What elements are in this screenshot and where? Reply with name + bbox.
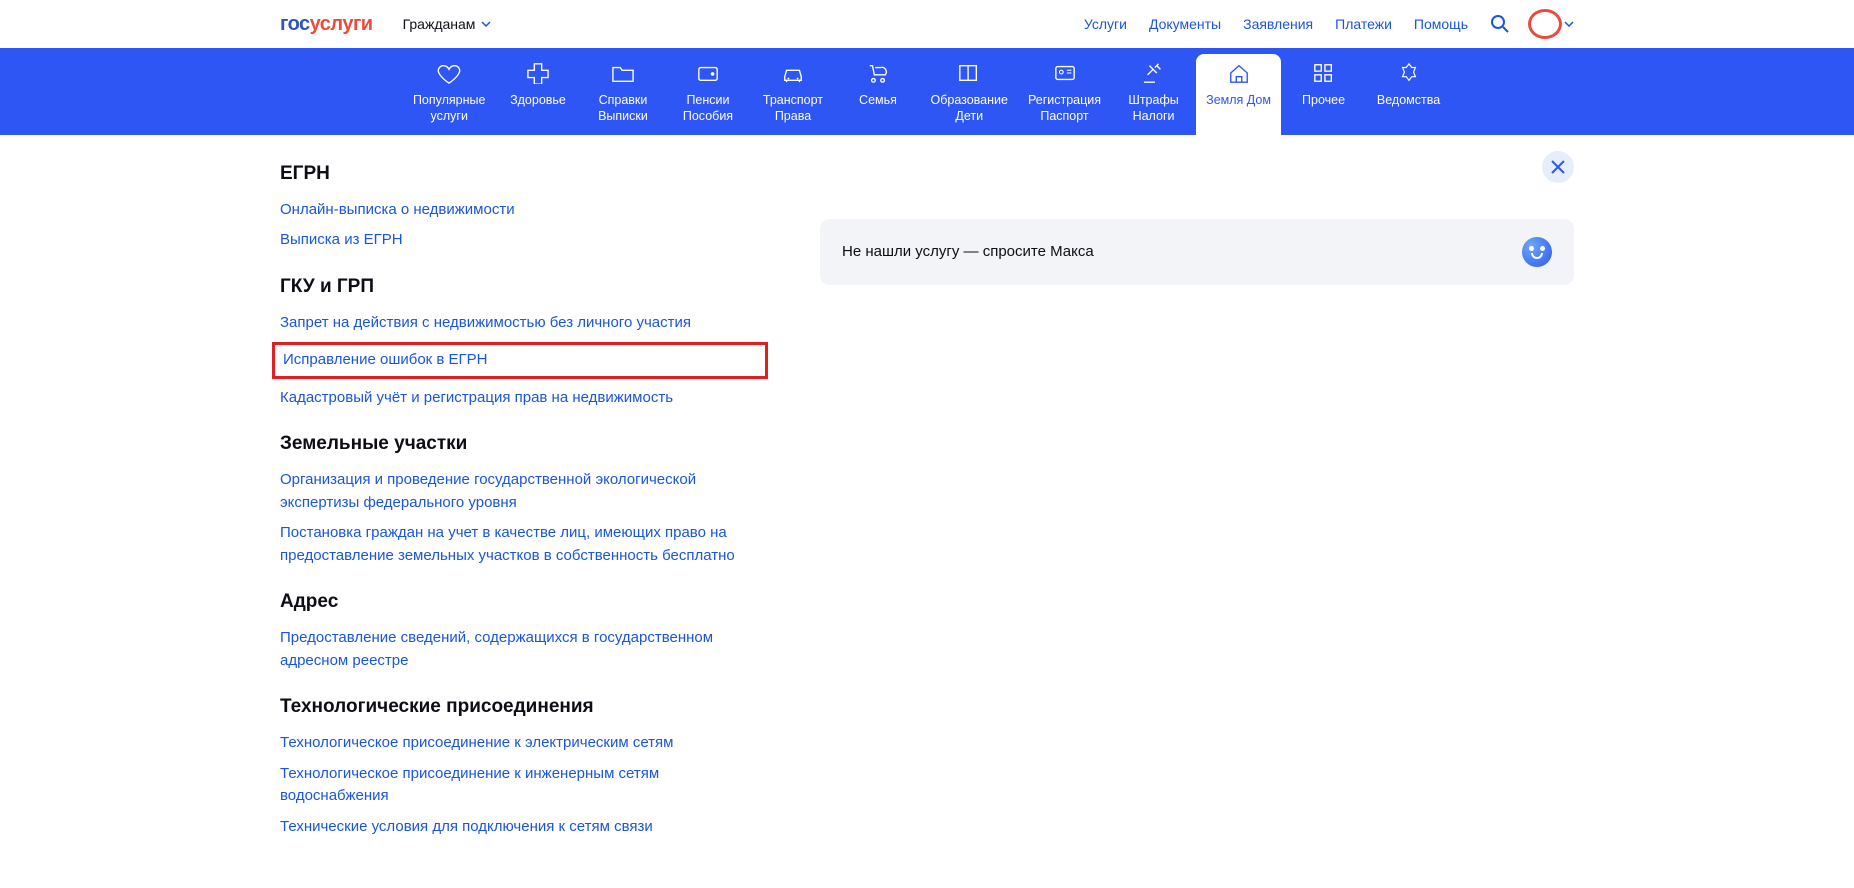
close-button[interactable] (1542, 151, 1574, 183)
search-button[interactable] (1490, 14, 1510, 34)
content-right: Не нашли услугу — спросите Макса (820, 163, 1574, 847)
section-heading: Адрес (280, 591, 760, 613)
search-icon (1490, 14, 1510, 34)
category-label: Прочее (1302, 92, 1345, 108)
category-label: Семья (859, 92, 897, 108)
close-icon (1551, 160, 1565, 174)
grid-icon (1311, 62, 1337, 84)
service-link[interactable]: Технологическое присоединение к инженерн… (280, 763, 760, 808)
service-link[interactable]: Кадастровый учёт и регистрация прав на н… (280, 387, 760, 410)
audience-selector[interactable]: Гражданам (403, 16, 492, 32)
medical-icon (525, 62, 551, 84)
category-gavel[interactable]: Штрафы Налоги (1111, 62, 1196, 125)
audience-label: Гражданам (403, 16, 476, 32)
category-label: Пенсии Пособия (683, 92, 733, 125)
heart-icon (436, 62, 462, 84)
category-folder[interactable]: Справки Выписки (580, 62, 665, 125)
emblem-icon (1396, 62, 1422, 84)
category-emblem[interactable]: Ведомства (1366, 62, 1451, 125)
logo-part1: гос (280, 13, 310, 35)
car-icon (780, 62, 806, 84)
category-car[interactable]: Транспорт Права (750, 62, 835, 125)
category-label: Здоровье (510, 92, 566, 108)
category-stroller[interactable]: Семья (835, 62, 920, 125)
section-heading: ЕГРН (280, 163, 760, 185)
category-label: Справки Выписки (598, 92, 648, 125)
nav-applications[interactable]: Заявления (1243, 16, 1313, 32)
gavel-icon (1141, 62, 1167, 84)
section-heading: ГКУ и ГРП (280, 276, 760, 298)
service-link[interactable]: Запрет на действия с недвижимостью без л… (280, 312, 760, 335)
category-grid[interactable]: Прочее (1281, 62, 1366, 125)
header-left: госуслуги Гражданам (280, 13, 491, 36)
category-label: Земля Дом (1206, 92, 1271, 108)
service-link[interactable]: Онлайн-выписка о недвижимости (280, 199, 760, 222)
category-label: Регистрация Паспорт (1028, 92, 1101, 125)
stroller-icon (865, 62, 891, 84)
chevron-down-icon (1564, 21, 1574, 27)
logo-part2: услуги (310, 13, 373, 35)
nav-services[interactable]: Услуги (1084, 16, 1127, 32)
nav-payments[interactable]: Платежи (1335, 16, 1392, 32)
category-label: Популярные услуги (413, 92, 486, 125)
service-link[interactable]: Постановка граждан на учет в качестве ли… (280, 522, 760, 567)
service-link[interactable]: Выписка из ЕГРН (280, 229, 760, 252)
avatar (1532, 11, 1558, 37)
user-menu[interactable] (1532, 11, 1574, 37)
assistant-box[interactable]: Не нашли услугу — спросите Макса (820, 219, 1574, 285)
card-icon (1052, 62, 1078, 84)
content-area: ЕГРН Онлайн-выписка о недвижимости Выписка… (0, 135, 1854, 887)
category-bar: Популярные услуги Здоровье Справки Выписки… (0, 48, 1854, 135)
wallet-icon (695, 62, 721, 84)
header-right: Услуги Документы Заявления Платежи Помощ… (1084, 11, 1574, 37)
nav-documents[interactable]: Документы (1149, 16, 1221, 32)
chevron-down-icon (481, 21, 491, 27)
service-link[interactable]: Организация и проведение государственной… (280, 469, 760, 514)
category-home[interactable]: Земля Дом (1196, 54, 1281, 135)
category-book[interactable]: Образование Дети (920, 62, 1017, 125)
content-left: ЕГРН Онлайн-выписка о недвижимости Выписка… (280, 163, 760, 847)
category-label: Ведомства (1377, 92, 1440, 108)
assistant-avatar-icon (1522, 237, 1552, 267)
service-link[interactable]: Предоставление сведений, содержащихся в … (280, 627, 760, 672)
category-card[interactable]: Регистрация Паспорт (1018, 62, 1111, 125)
header: госуслуги Гражданам Услуги Документы Зая… (0, 0, 1854, 48)
section-heading: Технологические присоединения (280, 696, 760, 718)
category-heart[interactable]: Популярные услуги (403, 62, 496, 125)
nav-help[interactable]: Помощь (1414, 16, 1468, 32)
logo[interactable]: госуслуги (280, 13, 373, 36)
service-link[interactable]: Технические условия для подключения к се… (280, 816, 760, 839)
folder-icon (610, 62, 636, 84)
book-icon (956, 62, 982, 84)
service-link[interactable]: Технологическое присоединение к электрич… (280, 732, 760, 755)
home-icon (1226, 62, 1252, 84)
category-wallet[interactable]: Пенсии Пособия (665, 62, 750, 125)
service-link[interactable]: Исправление ошибок в ЕГРН (272, 342, 768, 379)
section-heading: Земельные участки (280, 433, 760, 455)
assistant-text: Не нашли услугу — спросите Макса (842, 243, 1094, 260)
category-label: Образование Дети (930, 92, 1007, 125)
category-medical[interactable]: Здоровье (495, 62, 580, 125)
category-label: Транспорт Права (763, 92, 823, 125)
category-label: Штрафы Налоги (1128, 92, 1178, 125)
